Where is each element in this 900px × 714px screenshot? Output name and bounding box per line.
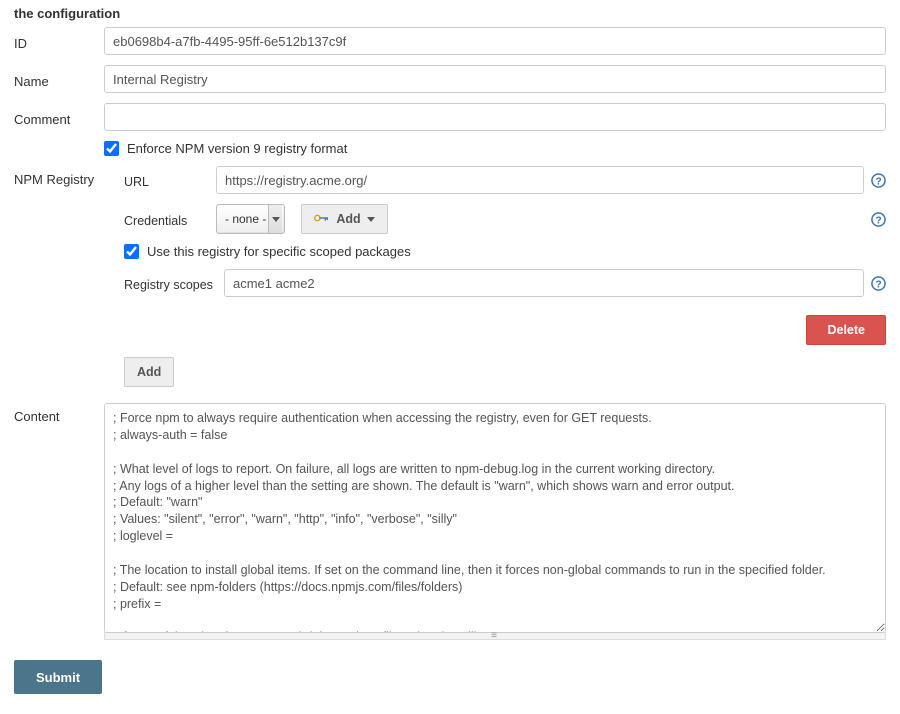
content-textarea[interactable] xyxy=(104,403,886,633)
chevron-down-icon xyxy=(367,217,375,222)
scoped-label: Use this registry for specific scoped pa… xyxy=(147,244,411,259)
credentials-label: Credentials xyxy=(124,210,216,228)
name-label: Name xyxy=(14,70,104,89)
resize-handle[interactable]: ≡ xyxy=(104,632,886,640)
url-label: URL xyxy=(124,171,216,189)
id-label: ID xyxy=(14,32,104,51)
content-label: Content xyxy=(14,403,104,424)
enforce-npm9-checkbox[interactable] xyxy=(104,141,119,156)
svg-text:?: ? xyxy=(875,176,881,187)
help-icon[interactable]: ? xyxy=(870,172,886,188)
chevron-down-icon xyxy=(272,217,280,222)
comment-label: Comment xyxy=(14,108,104,127)
svg-text:?: ? xyxy=(875,215,881,226)
help-icon[interactable]: ? xyxy=(870,275,886,291)
name-input[interactable] xyxy=(104,65,886,93)
credentials-value: - none - xyxy=(225,212,266,226)
scoped-checkbox[interactable] xyxy=(124,244,139,259)
help-icon[interactable]: ? xyxy=(870,211,886,227)
comment-input[interactable] xyxy=(104,103,886,131)
enforce-npm9-label: Enforce NPM version 9 registry format xyxy=(127,141,347,156)
scopes-label: Registry scopes xyxy=(124,274,224,292)
add-credentials-label: Add xyxy=(336,212,360,226)
add-credentials-button[interactable]: Add xyxy=(301,204,387,234)
scopes-input[interactable] xyxy=(224,269,864,297)
delete-button[interactable]: Delete xyxy=(806,315,886,345)
key-icon xyxy=(314,212,330,227)
svg-text:?: ? xyxy=(875,279,881,290)
url-input[interactable] xyxy=(216,166,864,194)
npm-registry-label: NPM Registry xyxy=(14,166,104,187)
add-registry-button[interactable]: Add xyxy=(124,357,174,387)
section-title: the configuration xyxy=(14,0,886,27)
id-input[interactable] xyxy=(104,27,886,55)
credentials-select[interactable]: - none - xyxy=(216,204,285,234)
submit-button[interactable]: Submit xyxy=(14,660,102,694)
